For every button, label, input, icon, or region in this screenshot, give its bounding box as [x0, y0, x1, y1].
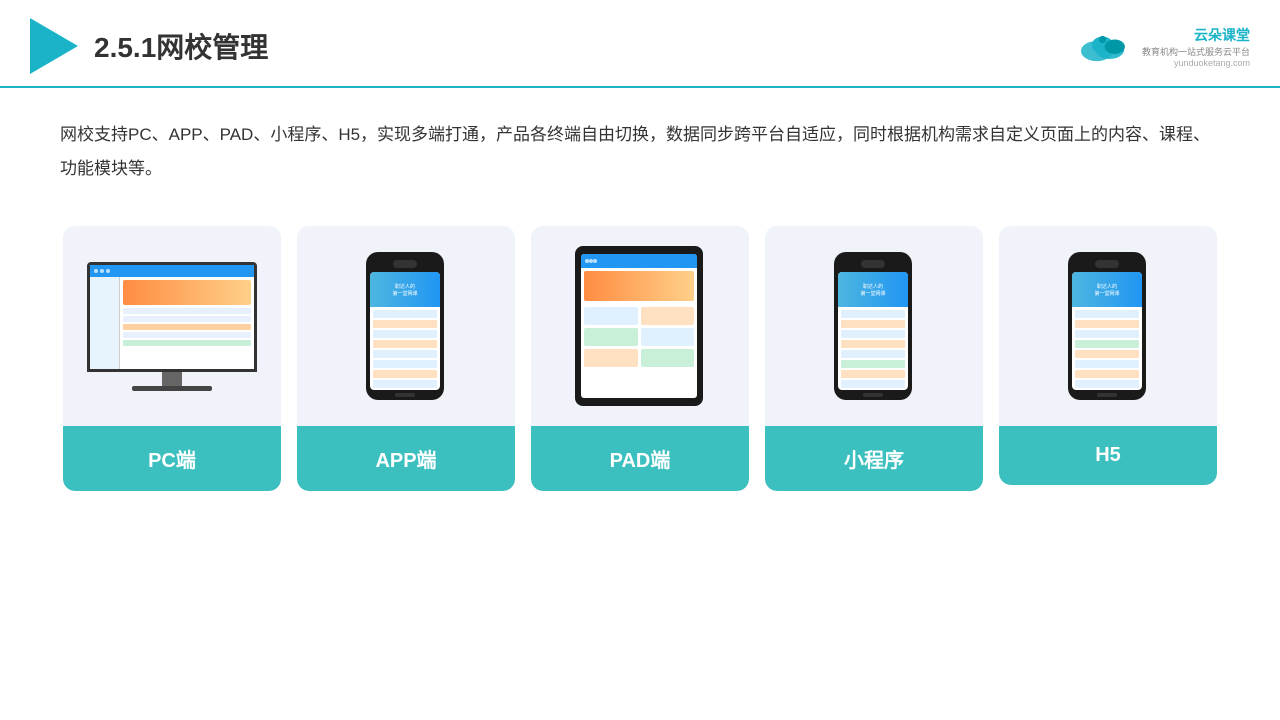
card-image-h5: 职达人的第一堂网课 — [999, 226, 1217, 426]
card-miniprogram: 职达人的第一堂网课 — [765, 226, 983, 491]
brand-text: 云朵课堂 教育机构一站式服务云平台 yunduoketang.com — [1142, 25, 1250, 68]
phone-illustration-mini: 职达人的第一堂网课 — [834, 252, 914, 400]
phone-illustration-h5: 职达人的第一堂网课 — [1068, 252, 1148, 400]
brand-name: 云朵课堂 — [1142, 25, 1250, 45]
brand-area: 云朵课堂 教育机构一站式服务云平台 yunduoketang.com — [1074, 25, 1250, 68]
logo-triangle-icon — [30, 18, 78, 74]
card-image-pad — [531, 226, 749, 426]
card-app: 职达人的第一堂网课 — [297, 226, 515, 491]
card-label-pad: PAD端 — [531, 426, 749, 491]
main-content: 网校支持PC、APP、PAD、小程序、H5，实现多端打通，产品各终端自由切换，数… — [0, 88, 1280, 511]
brand-url: yunduoketang.com — [1142, 58, 1250, 68]
card-pc: PC端 — [63, 226, 281, 491]
header-left: 2.5.1网校管理 — [30, 18, 268, 74]
description-text: 网校支持PC、APP、PAD、小程序、H5，实现多端打通，产品各终端自由切换，数… — [60, 118, 1220, 186]
tablet-illustration — [575, 246, 705, 406]
header: 2.5.1网校管理 云朵课堂 教育机构一站式服务云平台 yunduoketang… — [0, 0, 1280, 88]
card-image-pc — [63, 226, 281, 426]
card-pad: PAD端 — [531, 226, 749, 491]
phone-illustration-app: 职达人的第一堂网课 — [366, 252, 446, 400]
card-h5: 职达人的第一堂网课 — [999, 226, 1217, 485]
monitor-illustration — [82, 262, 262, 391]
card-label-h5: H5 — [999, 426, 1217, 485]
monitor-screen — [87, 262, 257, 372]
cards-container: PC端 职达人的第一堂网课 — [60, 226, 1220, 491]
card-label-pc: PC端 — [63, 426, 281, 491]
card-label-app: APP端 — [297, 426, 515, 491]
brand-tagline: 教育机构一站式服务云平台 — [1142, 45, 1250, 58]
card-image-miniprogram: 职达人的第一堂网课 — [765, 226, 983, 426]
card-image-app: 职达人的第一堂网课 — [297, 226, 515, 426]
page-title: 2.5.1网校管理 — [94, 26, 268, 66]
card-label-miniprogram: 小程序 — [765, 426, 983, 491]
brand-row: 云朵课堂 教育机构一站式服务云平台 yunduoketang.com — [1074, 25, 1250, 68]
cloud-logo-icon — [1074, 28, 1134, 64]
